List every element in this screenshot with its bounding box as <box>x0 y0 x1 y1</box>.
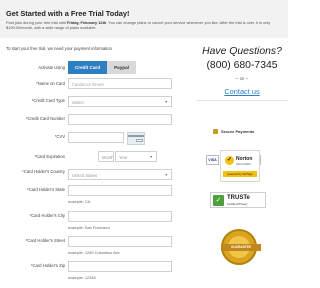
zip-label: *Card Holder's Zip <box>30 263 65 268</box>
cvv-label: *CVV <box>54 134 65 139</box>
payment-required-note: To start your free trial, we need your p… <box>6 46 112 51</box>
card-number-input[interactable] <box>68 114 172 125</box>
norton-check-icon: ✓ <box>225 156 234 165</box>
norton-bar: powered by VeriSign <box>223 171 257 177</box>
zip-input[interactable] <box>68 261 172 272</box>
page-header: Get Started with a Free Trial Today! Pos… <box>0 0 288 38</box>
sidebar-divider <box>196 100 288 101</box>
intro-text: Post jobs during your free trial until F… <box>6 20 284 30</box>
secure-payments-badge: Secure Payments <box>213 127 273 137</box>
have-questions-heading: Have Questions? <box>202 46 282 57</box>
page-title: Get Started with a Free Trial Today! <box>6 9 130 18</box>
state-label: *Card Holder's State <box>26 187 65 192</box>
phone-number[interactable]: (800) 680-7345 <box>196 60 288 71</box>
guarantee-seal-icon: GUARANTEE <box>221 229 261 265</box>
city-example: example: San Francisco <box>68 225 110 230</box>
card-cvv-icon <box>127 132 145 145</box>
street-example: example: 1289 Columbus Ave <box>68 250 120 255</box>
activate-using-label: Activate Using <box>38 65 65 70</box>
exp-year-value: Year <box>119 155 128 160</box>
caret-down-icon: ▼ <box>164 100 168 104</box>
card-type-value: Select <box>72 100 84 105</box>
or-separator: -- or -- <box>235 76 249 81</box>
street-input[interactable] <box>68 236 172 247</box>
card-number-label: *Credit Card Number <box>25 116 65 121</box>
city-input[interactable] <box>68 211 172 222</box>
norton-sub: SECURED <box>236 162 251 166</box>
caret-down-icon: ▼ <box>164 173 168 177</box>
state-example: example: CA <box>68 199 91 204</box>
name-on-card-label: *Name on Card <box>36 81 65 86</box>
contact-us-link[interactable]: Contact us <box>196 87 288 96</box>
truste-sub: Certified Privacy <box>227 202 248 206</box>
country-select[interactable]: United States ▼ <box>68 169 172 180</box>
zip-example: example: 12345 <box>68 275 96 280</box>
cvv-input[interactable] <box>68 132 124 143</box>
lock-icon <box>213 129 218 135</box>
visa-card-icon: VISA <box>206 155 219 165</box>
guarantee-text: GUARANTEE <box>221 244 261 251</box>
country-value: United States <box>72 173 98 178</box>
truste-check-icon: ✓ <box>213 195 224 206</box>
paypal-button[interactable]: Paypal <box>107 61 136 74</box>
city-label: *Card Holder's City <box>29 213 65 218</box>
name-on-card-input[interactable]: Candence Brown <box>68 78 172 89</box>
card-type-select[interactable]: Select ▼ <box>68 96 172 107</box>
state-input[interactable] <box>68 185 172 196</box>
street-label: *Card Holder's Street <box>25 238 65 243</box>
exp-year-select[interactable]: Year ▼ <box>115 151 157 162</box>
caret-down-icon: ▼ <box>149 155 153 159</box>
truste-name: TRUSTe <box>227 195 250 201</box>
credit-card-button[interactable]: Credit Card <box>68 61 107 74</box>
secure-payments-label: Secure Payments <box>221 129 255 134</box>
card-type-label: *Credit Card Type <box>31 98 65 103</box>
truste-seal: ✓ TRUSTe Certified Privacy <box>210 192 266 208</box>
norton-seal: ✓ Norton SECURED powered by VeriSign <box>220 150 260 182</box>
exp-month-select[interactable]: Month <box>98 151 114 162</box>
expiration-label: *Card Expiration <box>34 154 66 159</box>
exp-month-value: Month <box>102 155 114 160</box>
country-label: *Card Holder's Country <box>22 169 65 174</box>
